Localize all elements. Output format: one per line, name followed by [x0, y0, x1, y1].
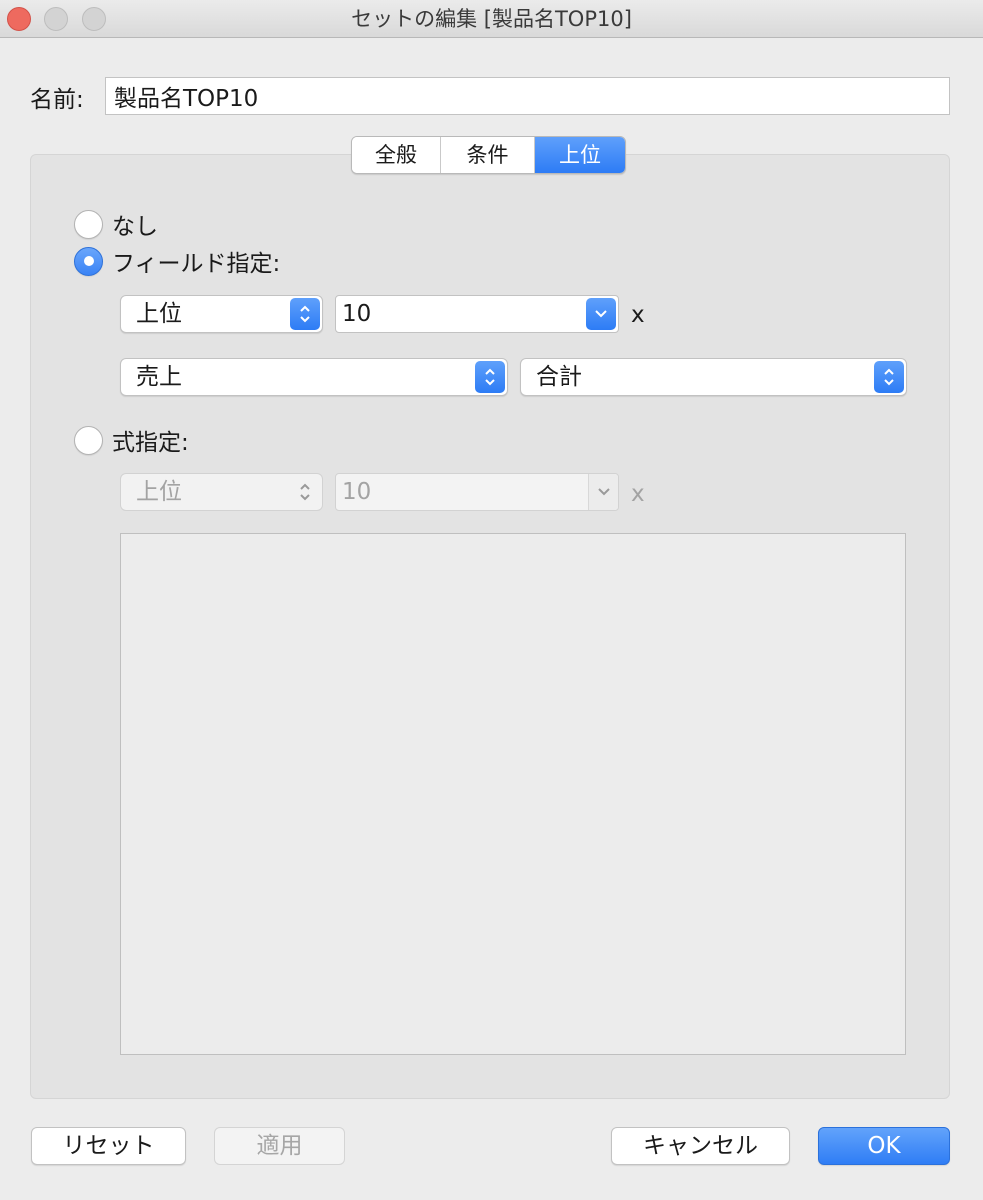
updown-chevron-icon — [874, 361, 904, 393]
tab-condition[interactable]: 条件 — [441, 137, 535, 173]
radio-by-field-label: フィールド指定: — [112, 251, 281, 277]
formula-count-value: 10 — [342, 479, 372, 505]
updown-chevron-icon — [290, 298, 320, 330]
updown-chevron-icon — [475, 361, 505, 393]
formula-times-label: x — [631, 481, 645, 507]
tab-top[interactable]: 上位 — [535, 137, 625, 173]
radio-by-field-row[interactable]: フィールド指定: — [74, 244, 280, 278]
radio-selected-dot — [83, 256, 94, 266]
times-label: x — [631, 302, 645, 328]
apply-button[interactable]: 適用 — [214, 1127, 345, 1165]
direction-value: 上位 — [136, 301, 182, 327]
name-input[interactable] — [105, 77, 950, 115]
radio-by-formula-row[interactable]: 式指定: — [74, 423, 189, 457]
aggregation-value: 合計 — [536, 364, 582, 390]
formula-count-combobox[interactable]: 10 — [335, 473, 619, 511]
radio-none[interactable] — [74, 209, 103, 239]
reset-button[interactable]: リセット — [31, 1127, 186, 1165]
radio-none-row[interactable]: なし — [74, 207, 158, 241]
formula-text-area[interactable] — [120, 533, 906, 1055]
tab-bar: 全般 条件 上位 — [351, 136, 626, 174]
formula-direction-popup[interactable]: 上位 — [120, 473, 323, 511]
radio-by-formula-label: 式指定: — [112, 430, 189, 456]
name-label: 名前: — [30, 87, 84, 113]
tab-general[interactable]: 全般 — [352, 137, 441, 173]
count-value: 10 — [342, 301, 372, 327]
ok-button[interactable]: OK — [818, 1127, 950, 1165]
radio-by-formula[interactable] — [74, 425, 103, 455]
window-title: セットの編集 [製品名TOP10] — [351, 7, 632, 31]
aggregation-popup[interactable]: 合計 — [520, 358, 907, 396]
updown-chevron-icon — [290, 476, 320, 508]
radio-by-field[interactable] — [74, 246, 103, 276]
by-field-value: 売上 — [136, 364, 182, 390]
title-bar: セットの編集 [製品名TOP10] — [0, 0, 983, 38]
by-field-popup[interactable]: 売上 — [120, 358, 508, 396]
radio-none-label: なし — [112, 214, 158, 240]
count-combobox[interactable]: 10 — [335, 295, 619, 333]
chevron-down-icon[interactable] — [588, 474, 618, 510]
formula-direction-value: 上位 — [136, 479, 182, 505]
cancel-button[interactable]: キャンセル — [611, 1127, 790, 1165]
direction-popup[interactable]: 上位 — [120, 295, 323, 333]
chevron-down-icon[interactable] — [586, 298, 616, 330]
